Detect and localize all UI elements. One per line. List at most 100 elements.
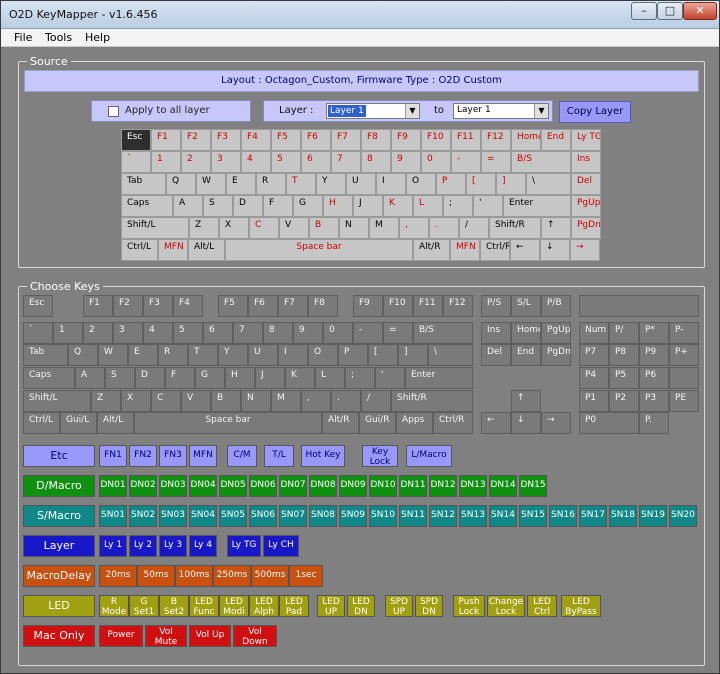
choose-key-blank[interactable]: ↑ (511, 390, 541, 412)
choose-key-u[interactable]: U (248, 344, 278, 366)
choose-key-f7[interactable]: F7 (278, 295, 308, 317)
palette-key-sn01[interactable]: SN01 (99, 505, 127, 527)
choose-key-7[interactable]: 7 (233, 322, 263, 344)
palette-key-sn19[interactable]: SN19 (639, 505, 667, 527)
category-layer[interactable]: Layer (23, 535, 95, 557)
source-key-blank[interactable]: = (481, 151, 511, 173)
source-key-home[interactable]: Home (511, 129, 541, 151)
source-key-p[interactable]: P (436, 173, 466, 195)
source-key-a[interactable]: A (173, 195, 203, 217)
palette-key-sn05[interactable]: SN05 (219, 505, 247, 527)
choose-key-f3[interactable]: F3 (143, 295, 173, 317)
palette-key-push-lock[interactable]: Push Lock (453, 595, 485, 617)
palette-key-dn07[interactable]: DN07 (279, 475, 307, 497)
source-key-pgup[interactable]: PgUp (571, 195, 601, 217)
choose-key-del[interactable]: Del (481, 344, 511, 366)
palette-key-20ms[interactable]: 20ms (99, 565, 137, 587)
palette-key-mfn[interactable]: MFN (189, 445, 217, 467)
palette-key-led-ctrl[interactable]: LED Ctrl (527, 595, 557, 617)
source-key-z[interactable]: Z (189, 217, 219, 239)
maximize-button[interactable]: □ (657, 2, 683, 20)
palette-key-sn08[interactable]: SN08 (309, 505, 337, 527)
choose-key-e[interactable]: E (128, 344, 158, 366)
palette-key-sn14[interactable]: SN14 (489, 505, 517, 527)
choose-key-p0[interactable]: P0 (579, 412, 639, 434)
choose-key-tab[interactable]: Tab (23, 344, 68, 366)
choose-key-p6[interactable]: P6 (639, 367, 669, 389)
choose-key-f4[interactable]: F4 (173, 295, 203, 317)
palette-key-1sec[interactable]: 1sec (289, 565, 323, 587)
source-key-enter[interactable]: Enter (503, 195, 571, 217)
palette-key-vol-mute[interactable]: Vol Mute (145, 625, 187, 647)
choose-key-blank[interactable]: = (383, 322, 413, 344)
palette-key-led-bypass[interactable]: LED ByPass (561, 595, 601, 617)
choose-key-blank[interactable]: → (541, 412, 571, 434)
category-s-macro[interactable]: S/Macro (23, 505, 95, 527)
source-key-t[interactable]: T (286, 173, 316, 195)
source-key-blank[interactable]: \ (526, 173, 571, 195)
choose-key-p-s[interactable]: P/S (481, 295, 511, 317)
palette-key-sn02[interactable]: SN02 (129, 505, 157, 527)
source-key-h[interactable]: H (323, 195, 353, 217)
choose-key-4[interactable]: 4 (143, 322, 173, 344)
source-key-f9[interactable]: F9 (391, 129, 421, 151)
source-key-blank[interactable]: / (459, 217, 489, 239)
choose-key-f5[interactable]: F5 (218, 295, 248, 317)
source-key-l[interactable]: L (413, 195, 443, 217)
category-etc[interactable]: Etc (23, 445, 95, 467)
source-key-v[interactable]: V (279, 217, 309, 239)
palette-key-sn15[interactable]: SN15 (519, 505, 547, 527)
choose-key-a[interactable]: A (75, 367, 105, 389)
palette-key-vol-up[interactable]: Vol Up (189, 625, 231, 647)
choose-key-p[interactable]: P* (639, 322, 669, 344)
choose-key-p8[interactable]: P8 (609, 344, 639, 366)
choose-key-blank[interactable] (579, 295, 699, 317)
source-key-8[interactable]: 8 (361, 151, 391, 173)
source-key-blank[interactable]: → (570, 239, 600, 261)
choose-key-blank[interactable]: - (353, 322, 383, 344)
menu-tools[interactable]: Tools (45, 31, 72, 44)
source-key-alt-l[interactable]: Alt/L (188, 239, 225, 261)
source-key-e[interactable]: E (226, 173, 256, 195)
palette-key-ly-2[interactable]: Ly 2 (129, 535, 157, 557)
source-key-blank[interactable]: ↓ (540, 239, 570, 261)
source-key-ctrl-l[interactable]: Ctrl/L (121, 239, 158, 261)
choose-key-apps[interactable]: Apps (396, 412, 433, 434)
source-key-f4[interactable]: F4 (241, 129, 271, 151)
category-mac-only[interactable]: Mac Only (23, 625, 95, 647)
choose-key-ctrl-r[interactable]: Ctrl/R (433, 412, 473, 434)
palette-key-sn07[interactable]: SN07 (279, 505, 307, 527)
choose-key-f6[interactable]: F6 (248, 295, 278, 317)
choose-key-l[interactable]: L (315, 367, 345, 389)
choose-key-z[interactable]: Z (91, 390, 121, 412)
choose-key-f11[interactable]: F11 (413, 295, 443, 317)
source-key-f5[interactable]: F5 (271, 129, 301, 151)
choose-key-f[interactable]: F (165, 367, 195, 389)
source-key-blank[interactable]: ' (473, 195, 503, 217)
source-key-k[interactable]: K (383, 195, 413, 217)
choose-key-b[interactable]: B (211, 390, 241, 412)
choose-key-p7[interactable]: P7 (579, 344, 609, 366)
source-key-m[interactable]: M (369, 217, 399, 239)
choose-key-home[interactable]: Home (511, 322, 541, 344)
source-key-w[interactable]: W (196, 173, 226, 195)
source-key-mfn[interactable]: MFN (450, 239, 480, 261)
source-key-f10[interactable]: F10 (421, 129, 451, 151)
choose-key-d[interactable]: D (135, 367, 165, 389)
palette-key-hot-key[interactable]: Hot Key (301, 445, 345, 467)
menu-help[interactable]: Help (85, 31, 110, 44)
source-key-alt-r[interactable]: Alt/R (413, 239, 450, 261)
palette-key-dn14[interactable]: DN14 (489, 475, 517, 497)
source-key-2[interactable]: 2 (181, 151, 211, 173)
palette-key-50ms[interactable]: 50ms (137, 565, 175, 587)
palette-key-dn15[interactable]: DN15 (519, 475, 547, 497)
choose-key-num[interactable]: Num (579, 322, 609, 344)
choose-key-q[interactable]: Q (68, 344, 98, 366)
choose-key-9[interactable]: 9 (293, 322, 323, 344)
source-key-b[interactable]: B (309, 217, 339, 239)
category-macrodelay[interactable]: MacroDelay (23, 565, 95, 587)
choose-key-g[interactable]: G (195, 367, 225, 389)
category-led[interactable]: LED (23, 595, 95, 617)
palette-key-sn17[interactable]: SN17 (579, 505, 607, 527)
to-layer-select[interactable]: Layer 1 ▼ (453, 103, 549, 119)
